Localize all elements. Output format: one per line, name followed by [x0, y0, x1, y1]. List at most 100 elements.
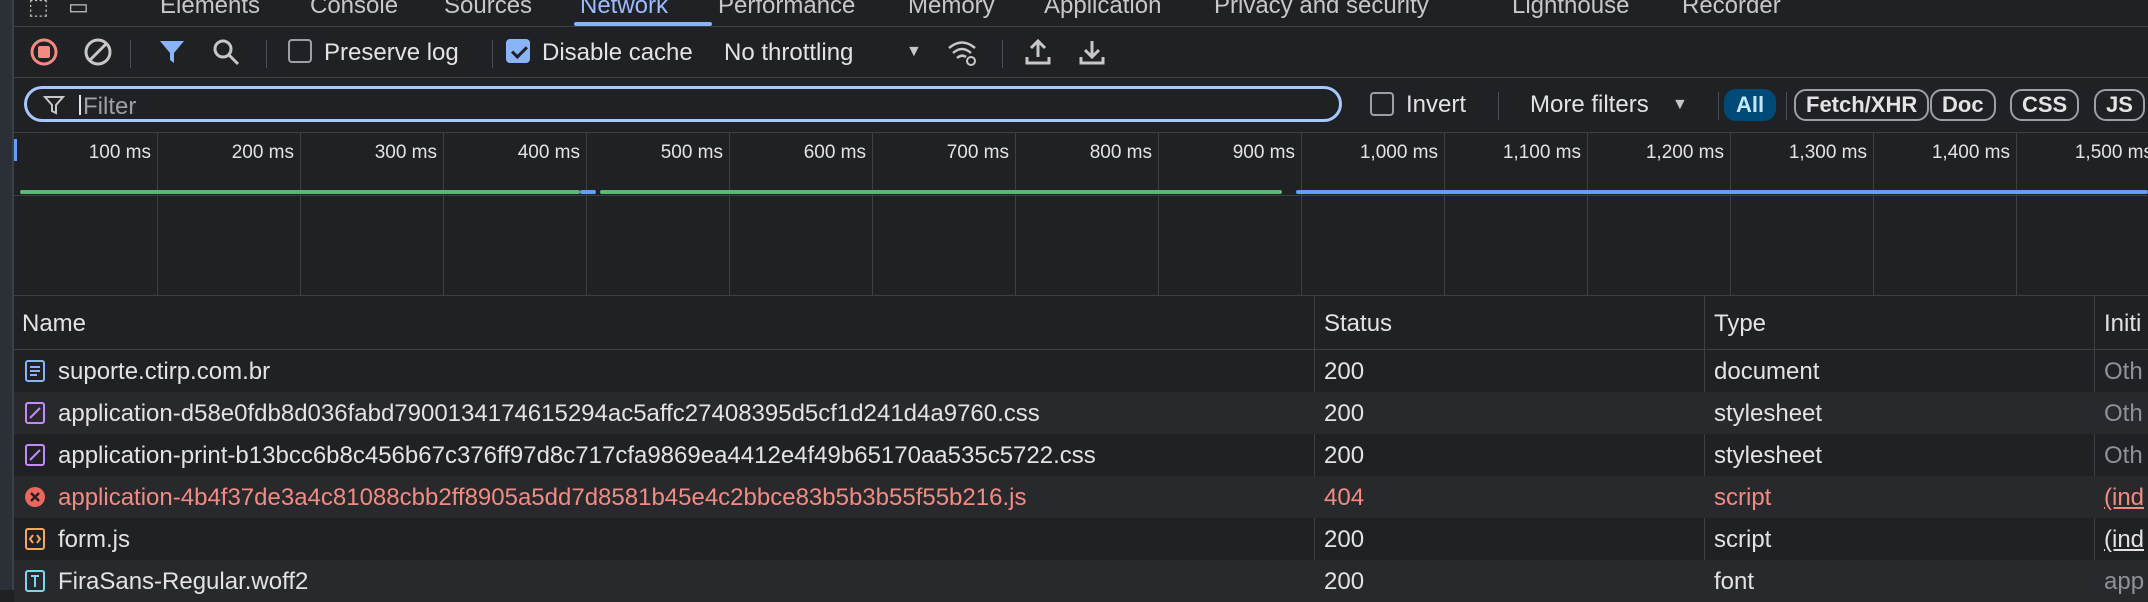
devtools-tab-bar: ⬚ ▭ Elements Console Sources Network Per… — [14, 0, 2148, 27]
request-initiator[interactable]: Oth — [2104, 358, 2143, 386]
column-header-status[interactable]: Status — [1324, 310, 1392, 338]
request-name[interactable]: application-d58e0fdb8d036fabd79001341746… — [58, 400, 1040, 428]
timeline-tick-label: 1,100 ms — [1502, 142, 1581, 163]
timeline-tick-label: 200 ms — [231, 142, 294, 163]
request-name[interactable]: application-4b4f37de3a4c81088cbb2ff8905a… — [58, 484, 1026, 512]
request-type: script — [1714, 526, 1772, 553]
timeline-bar-blue — [1296, 190, 2148, 194]
request-name[interactable]: application-print-b13bcc6b8c456b67c376ff… — [58, 442, 1096, 470]
requests-table: Name Status Type Initi suporte.ctirp.com… — [14, 296, 2148, 602]
tab-application[interactable]: Application — [1044, 0, 1161, 20]
invert-checkbox[interactable] — [1370, 92, 1394, 116]
invert-label[interactable]: Invert — [1406, 91, 1466, 119]
column-header-initiator[interactable]: Initi — [2104, 310, 2141, 338]
throttling-select[interactable]: No throttling — [724, 39, 853, 67]
request-initiator[interactable]: (ind — [2104, 526, 2144, 554]
timeline-overview[interactable]: 100 ms 200 ms 300 ms 400 ms 500 ms 600 ms 700 … — [14, 133, 2148, 296]
font-icon — [24, 570, 46, 592]
tab-recorder[interactable]: Recorder — [1682, 0, 1781, 20]
tab-privacy-security[interactable]: Privacy and security — [1214, 0, 1429, 20]
tab-memory[interactable]: Memory — [908, 0, 995, 20]
record-icon — [30, 38, 58, 66]
active-tab-indicator — [574, 22, 712, 26]
request-status: 200 — [1324, 442, 1365, 469]
request-status: 404 — [1324, 484, 1365, 511]
request-status: 200 — [1324, 358, 1365, 385]
clear-button[interactable] — [82, 36, 114, 68]
filter-pill-fetch-xhr[interactable]: Fetch/XHR — [1794, 89, 1930, 121]
table-row[interactable]: FiraSans-Regular.woff2 200 font app — [14, 560, 2148, 602]
request-type: script — [1714, 484, 1772, 511]
filter-placeholder: Filter — [83, 93, 137, 120]
left-panel-edge — [0, 0, 14, 590]
timeline-tick-label: 900 ms — [1232, 142, 1295, 163]
more-filters-button[interactable]: More filters — [1530, 91, 1649, 119]
table-row[interactable]: application-print-b13bcc6b8c456b67c376ff… — [14, 434, 2148, 476]
table-row[interactable]: application-d58e0fdb8d036fabd79001341746… — [14, 392, 2148, 434]
request-initiator[interactable]: Oth — [2104, 442, 2143, 470]
request-name[interactable]: form.js — [58, 526, 130, 554]
request-initiator[interactable]: Oth — [2104, 400, 2143, 428]
download-icon — [1079, 41, 1105, 65]
timeline-tick-label: 1,500 ms — [2074, 142, 2148, 163]
inspect-element-icon[interactable]: ⬚ — [28, 0, 49, 20]
network-toolbar: Preserve log Disable cache No throttling… — [14, 27, 2148, 78]
request-type: stylesheet — [1714, 442, 1823, 469]
disable-cache-label[interactable]: Disable cache — [542, 39, 693, 67]
request-initiator[interactable]: (ind — [2104, 484, 2144, 512]
timeline-tick-label: 1,300 ms — [1788, 142, 1867, 163]
preserve-log-label[interactable]: Preserve log — [324, 39, 459, 67]
network-conditions-button[interactable] — [946, 36, 978, 68]
timeline-tick-label: 100 ms — [88, 142, 151, 163]
request-status: 200 — [1324, 526, 1365, 553]
column-header-type[interactable]: Type — [1714, 310, 1766, 338]
request-initiator[interactable]: app — [2104, 568, 2144, 596]
import-har-button[interactable] — [1022, 36, 1054, 68]
stop-recording-button[interactable] — [28, 36, 60, 68]
tab-lighthouse[interactable]: Lighthouse — [1512, 0, 1629, 20]
tab-network[interactable]: Network — [580, 0, 668, 20]
tab-sources[interactable]: Sources — [444, 0, 532, 20]
tab-console[interactable]: Console — [310, 0, 398, 20]
filter-pill-js[interactable]: JS — [2094, 89, 2145, 121]
request-name[interactable]: suporte.ctirp.com.br — [58, 358, 270, 386]
table-row[interactable]: form.js 200 script (ind — [14, 518, 2148, 560]
filter-pill-doc[interactable]: Doc — [1930, 89, 1996, 121]
column-header-name[interactable]: Name — [22, 310, 86, 338]
search-button[interactable] — [210, 36, 242, 68]
timeline-tick-label: 300 ms — [374, 142, 437, 163]
stylesheet-icon — [24, 444, 46, 466]
table-row[interactable]: application-4b4f37de3a4c81088cbb2ff8905a… — [14, 476, 2148, 518]
timeline-tick-label: 600 ms — [803, 142, 866, 163]
preserve-log-checkbox[interactable] — [288, 39, 312, 63]
filter-toggle-button[interactable] — [156, 36, 188, 68]
timeline-tick-label: 700 ms — [946, 142, 1009, 163]
disable-cache-checkbox[interactable] — [506, 39, 530, 63]
wifi-settings-icon — [948, 41, 976, 66]
timeline-tick-label: 500 ms — [660, 142, 723, 163]
filter-pill-all[interactable]: All — [1724, 89, 1777, 121]
tab-elements[interactable]: Elements — [160, 0, 260, 20]
script-icon — [24, 528, 46, 550]
request-type: font — [1714, 568, 1755, 595]
filter-icon — [43, 96, 65, 115]
timeline-tick-label: 1,400 ms — [1931, 142, 2010, 163]
table-row[interactable]: suporte.ctirp.com.br 200 document Oth — [14, 350, 2148, 392]
chevron-down-icon[interactable]: ▼ — [906, 43, 922, 61]
search-icon — [213, 39, 240, 66]
device-toolbar-icon[interactable]: ▭ — [68, 0, 89, 20]
timeline-bar-blue — [580, 190, 596, 194]
request-type: document — [1714, 358, 1820, 385]
timeline-selection-handle[interactable] — [14, 139, 17, 161]
request-name[interactable]: FiraSans-Regular.woff2 — [58, 568, 308, 596]
timeline-tick-label: 1,200 ms — [1645, 142, 1724, 163]
timeline-bar-green — [20, 190, 580, 194]
timeline-bar-green — [600, 190, 1282, 194]
table-header: Name Status Type Initi — [14, 296, 2148, 350]
export-har-button[interactable] — [1076, 36, 1108, 68]
caret-down-icon[interactable]: ▼ — [1672, 96, 1688, 114]
tab-performance[interactable]: Performance — [718, 0, 855, 20]
filter-pill-css[interactable]: CSS — [2010, 89, 2080, 121]
timeline-tick-label: 800 ms — [1089, 142, 1152, 163]
filter-input[interactable]: Filter — [24, 86, 1342, 122]
